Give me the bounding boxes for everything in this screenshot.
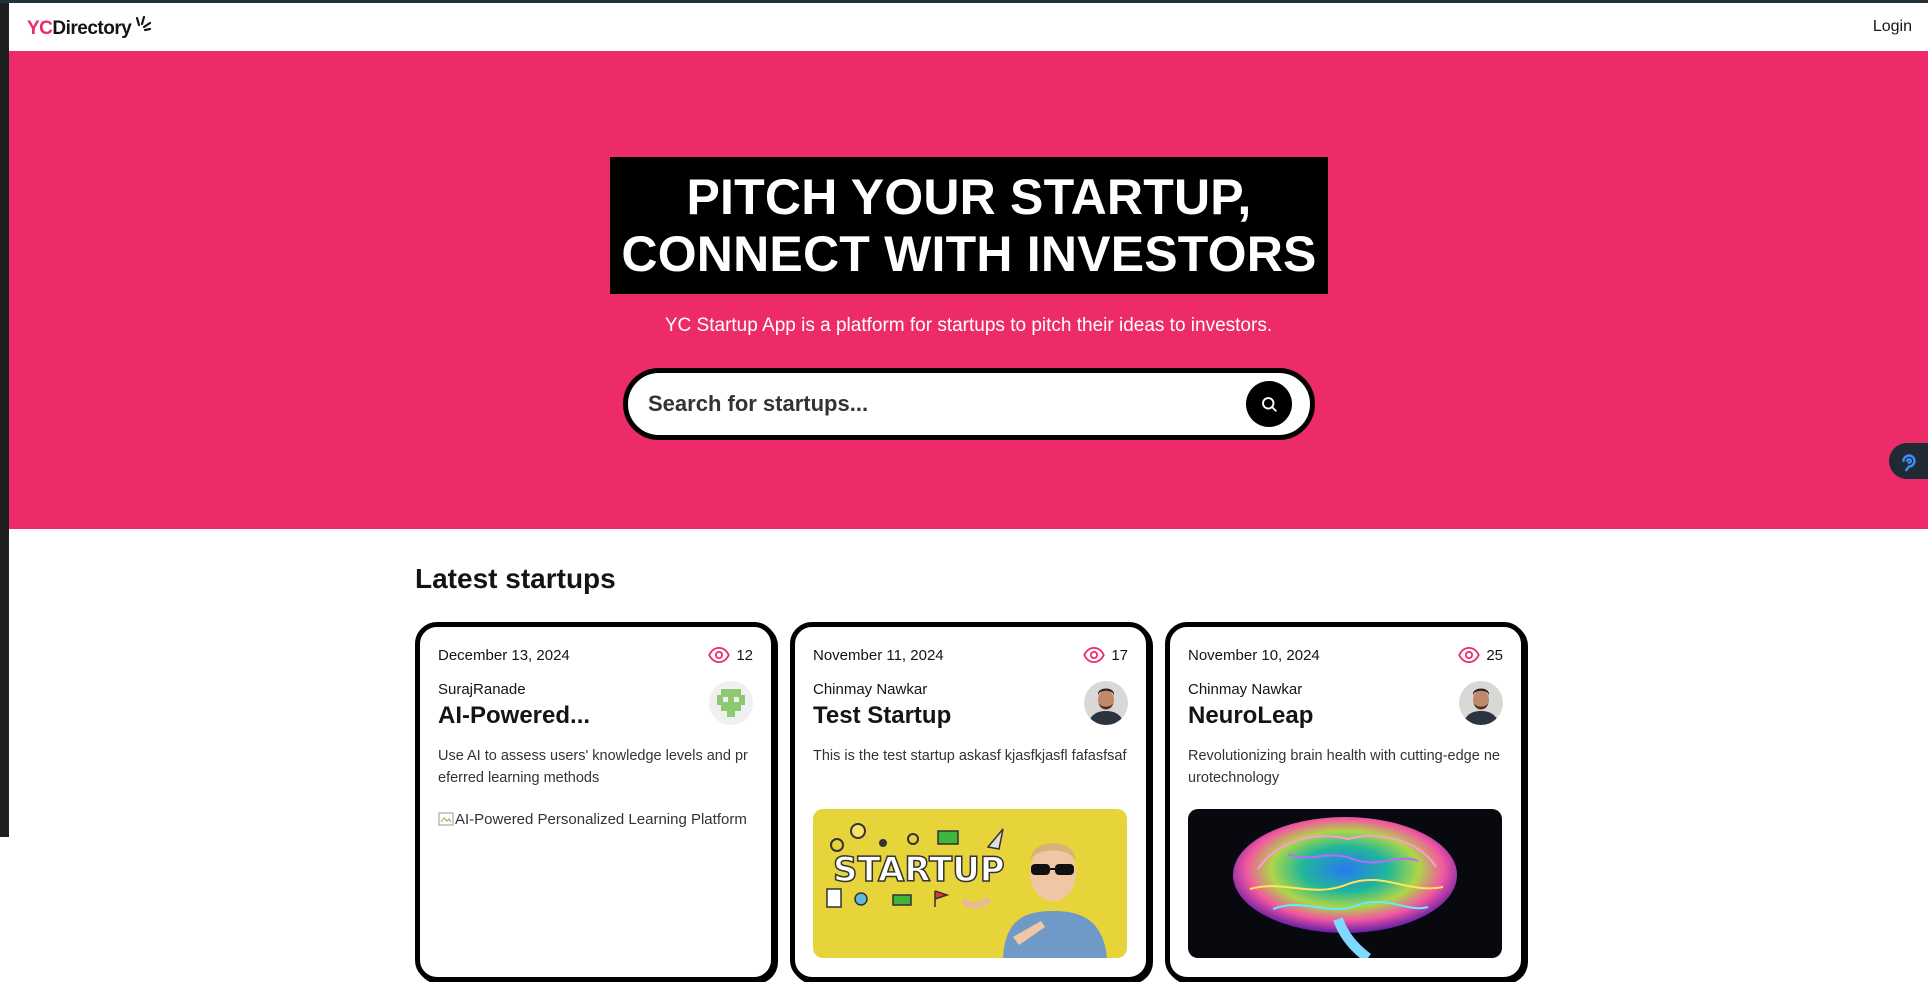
startup-description: This is the test startup askasf kjasfkja… (813, 748, 1127, 764)
hero-subtitle: YC Startup App is a platform for startup… (664, 315, 1273, 336)
startup-image[interactable]: STARTUP (813, 809, 1127, 958)
broken-image-icon (438, 812, 454, 826)
startup-author[interactable]: SurajRanade (438, 681, 590, 699)
startup-card[interactable]: November 11, 2024 17 Chinmay Nawkar Test… (790, 622, 1151, 982)
startup-title[interactable]: Test Startup (813, 701, 951, 731)
startup-description: Use AI to assess users' knowledge levels… (438, 748, 748, 786)
logo[interactable]: YC Directory (27, 14, 153, 40)
startup-author[interactable]: Chinmay Nawkar (1188, 681, 1313, 699)
startup-card[interactable]: November 10, 2024 25 Chinmay Nawkar Neur… (1165, 622, 1526, 982)
logo-directory: Directory (52, 18, 132, 39)
floating-assistant-widget[interactable] (1889, 443, 1928, 479)
hero-title-line-2: Connect With Investors (621, 226, 1317, 282)
startup-image-broken[interactable]: AI-Powered Personalized Learning Platfor… (438, 809, 753, 831)
startup-title[interactable]: AI-Powered... (438, 701, 590, 731)
startup-author[interactable]: Chinmay Nawkar (813, 681, 951, 699)
assistant-icon (1901, 454, 1916, 472)
pixel-avatar-icon[interactable] (709, 681, 753, 725)
view-count: 17 (1083, 647, 1128, 664)
startup-image-text: STARTUP (833, 850, 1005, 890)
startup-image[interactable] (1188, 809, 1502, 958)
search-form (623, 368, 1315, 440)
eye-icon (1083, 647, 1106, 663)
eye-icon (708, 647, 731, 663)
hero-title-line-1: Pitch Your Startup, (686, 169, 1252, 225)
logo-spark-icon (136, 16, 152, 32)
view-count-value: 25 (1486, 646, 1503, 664)
search-input[interactable] (648, 391, 1246, 417)
search-button[interactable] (1246, 381, 1292, 427)
eye-icon (1458, 647, 1481, 663)
window-edge (0, 0, 9, 837)
search-icon (1262, 397, 1277, 412)
startup-date: December 13, 2024 (438, 646, 570, 664)
user-photo-icon[interactable] (1459, 681, 1503, 725)
logo-yc: YC (27, 18, 53, 39)
view-count-value: 17 (1111, 646, 1128, 664)
login-link[interactable]: Login (1873, 18, 1912, 36)
startup-title[interactable]: NeuroLeap (1188, 701, 1313, 731)
hero-title: Pitch Your Startup, Connect With Investo… (610, 157, 1328, 294)
view-count-value: 12 (736, 646, 753, 664)
startup-description: Revolutionizing brain health with cuttin… (1188, 748, 1500, 786)
startup-date: November 10, 2024 (1188, 646, 1320, 664)
user-photo-icon[interactable] (1084, 681, 1128, 725)
view-count: 25 (1458, 647, 1503, 664)
view-count: 12 (708, 647, 753, 664)
startup-card[interactable]: December 13, 2024 12 SurajRanade AI-Powe… (415, 622, 776, 982)
startup-image-alt: AI-Powered Personalized Learning Platfor… (455, 811, 747, 828)
latest-startups-title: Latest startups (415, 563, 616, 594)
startup-date: November 11, 2024 (813, 646, 944, 664)
navbar: YC Directory Login (9, 3, 1928, 51)
hero-section: Pitch Your Startup, Connect With Investo… (9, 51, 1928, 529)
